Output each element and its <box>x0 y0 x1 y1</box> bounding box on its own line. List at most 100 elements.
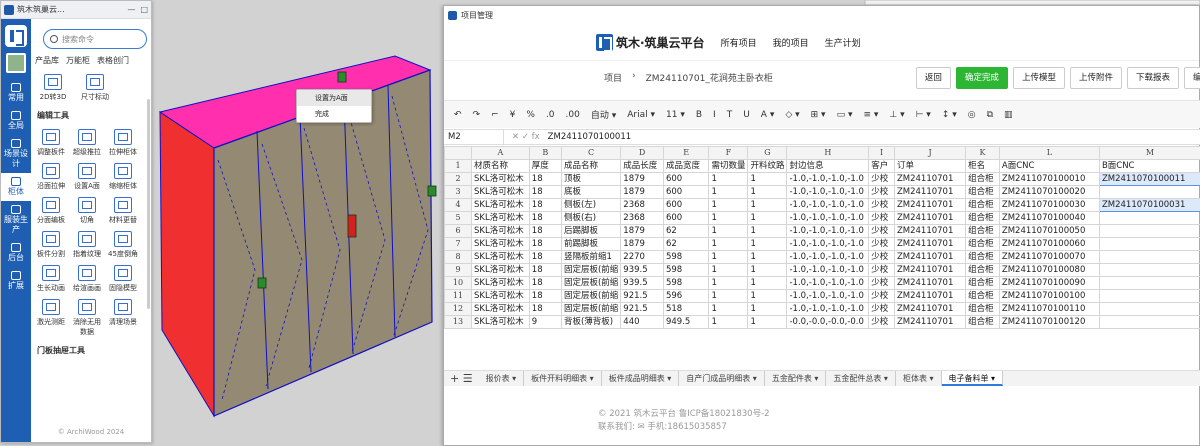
table-cell[interactable]: 1 <box>747 237 788 251</box>
table-cell[interactable]: 1 <box>708 315 749 329</box>
toolbar-item[interactable]: I <box>713 110 716 120</box>
table-cell[interactable]: 竖隔板前缩1 <box>560 250 622 264</box>
table-cell[interactable]: 顶板 <box>560 172 622 186</box>
toolbar-item[interactable]: ⌐ <box>491 110 499 120</box>
toolbar-item[interactable]: ⧉ <box>987 110 993 120</box>
table-cell[interactable]: 1 <box>747 224 788 238</box>
table-row[interactable]: 8 SKL洛可松木 18 竖隔板前缩1 2270 598 1 1 -1.0,-1.0,-1.0,… <box>443 250 1200 264</box>
table-cell[interactable]: 1 <box>747 315 788 329</box>
row-number[interactable]: 3 <box>443 185 473 199</box>
column-header[interactable]: C <box>560 146 622 160</box>
table-cell[interactable]: 18 <box>528 302 562 316</box>
toolbar-item[interactable]: ↶ <box>454 110 462 120</box>
command-search-input[interactable]: 搜索命令 <box>43 29 147 49</box>
maximize-icon[interactable]: □ <box>140 5 148 14</box>
table-cell[interactable]: 18 <box>528 198 562 212</box>
table-cell[interactable]: 921.5 <box>620 302 664 316</box>
table-cell[interactable]: 少校 <box>868 185 895 199</box>
table-cell[interactable]: ZM24110701 <box>893 302 967 316</box>
table-cell[interactable]: 1 <box>747 172 788 186</box>
tool-item[interactable]: 激光测距 <box>35 299 67 337</box>
table-cell[interactable]: 柜名 <box>965 159 1000 173</box>
table-cell[interactable] <box>1098 263 1200 277</box>
table-cell[interactable]: ZM2411070100110 <box>998 302 1100 316</box>
table-row[interactable]: 13 SKL洛可松木 9 背板(薄背板) 440 949.5 1 1 -0.0,-0.0,-0.… <box>443 315 1200 329</box>
tool-item[interactable]: 超级推拉 <box>71 129 103 157</box>
sheet-tab[interactable]: 自产门成品明细表 ▾ <box>679 371 765 386</box>
table-cell[interactable]: 固定层板(前缩 <box>560 289 622 303</box>
table-cell[interactable]: 订单 <box>893 159 967 173</box>
table-cell[interactable]: ZM24110701 <box>893 237 967 251</box>
table-cell[interactable]: 后踢脚板 <box>560 224 622 238</box>
table-cell[interactable]: 18 <box>528 172 562 186</box>
table-cell[interactable]: 1879 <box>620 224 664 238</box>
table-cell[interactable]: SKL洛可松木 <box>471 237 530 251</box>
table-cell[interactable]: ZM2411070100020 <box>998 185 1100 199</box>
toolbar-item[interactable]: ⊢ ▾ <box>916 110 931 120</box>
table-cell[interactable]: -1.0,-1.0,-1.0,-1.0 <box>786 263 870 277</box>
table-cell[interactable]: SKL洛可松木 <box>471 302 530 316</box>
table-cell[interactable]: 少校 <box>868 198 895 212</box>
table-cell[interactable]: 1 <box>747 289 788 303</box>
table-cell[interactable]: 1 <box>708 250 749 264</box>
column-header[interactable]: G <box>747 146 788 160</box>
table-cell[interactable]: SKL洛可松木 <box>471 263 530 277</box>
rail-item-production[interactable]: 服装生产 <box>1 201 31 239</box>
table-cell[interactable]: 62 <box>662 224 710 238</box>
table-cell[interactable]: 939.5 <box>620 276 664 290</box>
sheet-tab[interactable]: 五金配件表 ▾ <box>765 371 827 386</box>
table-cell[interactable]: 1 <box>747 250 788 264</box>
table-cell[interactable]: 成品宽度 <box>662 159 710 173</box>
table-cell[interactable]: 背板(薄背板) <box>560 315 622 329</box>
table-cell[interactable]: 少校 <box>868 302 895 316</box>
table-cell[interactable]: ZM24110701 <box>893 250 967 264</box>
table-cell[interactable] <box>1098 315 1200 329</box>
table-cell[interactable]: 固定层板(前缩 <box>560 302 622 316</box>
table-cell[interactable]: SKL洛可松木 <box>471 276 530 290</box>
tool-item[interactable]: 清理场景 <box>107 299 139 337</box>
table-cell[interactable]: 客户 <box>868 159 895 173</box>
table-cell[interactable]: ZM24110701 <box>893 276 967 290</box>
table-cell[interactable]: 596 <box>662 289 710 303</box>
table-cell[interactable]: 2368 <box>620 198 664 212</box>
toolbar-item[interactable]: ▭ ▾ <box>837 110 853 120</box>
toolbar-item[interactable]: ⊥ ▾ <box>889 110 904 120</box>
table-cell[interactable]: 1 <box>747 211 788 225</box>
table-cell[interactable]: 600 <box>662 211 710 225</box>
toolbar-item[interactable]: ◇ ▾ <box>785 110 799 120</box>
table-cell[interactable]: 1 <box>708 237 749 251</box>
table-cell[interactable]: 18 <box>528 237 562 251</box>
menu-item-set-a-face[interactable]: 设置为A面 <box>297 90 371 106</box>
rail-item-cabinet[interactable]: 柜体 <box>1 173 31 201</box>
column-header[interactable]: F <box>708 146 749 160</box>
table-cell[interactable]: ZM24110701 <box>893 211 967 225</box>
tool-item[interactable]: 指着纹理 <box>71 231 103 259</box>
table-cell[interactable]: ZM2411070100060 <box>998 237 1100 251</box>
toolbar-item[interactable]: ↕ ▾ <box>942 110 957 120</box>
row-number[interactable]: 7 <box>443 237 473 251</box>
sheet-tab[interactable]: 电子备料单 ▾ <box>941 371 1004 386</box>
table-cell[interactable]: 18 <box>528 250 562 264</box>
table-cell[interactable]: 1 <box>747 198 788 212</box>
rail-item-common[interactable]: 常用 <box>1 79 31 107</box>
toolbar-item[interactable]: B <box>696 110 702 120</box>
table-cell[interactable]: 少校 <box>868 224 895 238</box>
table-cell[interactable]: 组合柜 <box>965 185 1000 199</box>
table-cell[interactable]: 组合柜 <box>965 302 1000 316</box>
table-cell[interactable]: 1879 <box>620 237 664 251</box>
table-cell[interactable]: 2270 <box>620 250 664 264</box>
table-cell[interactable] <box>1098 302 1200 316</box>
table-cell[interactable]: SKL洛可松木 <box>471 198 530 212</box>
toolbar-item[interactable]: .00 <box>566 110 580 120</box>
formula-input[interactable]: ZM2411070100011 <box>548 132 631 142</box>
table-row[interactable]: 6 SKL洛可松木 18 后踢脚板 1879 62 1 1 -1.0,-1.0,-1.0,-1.… <box>443 224 1200 238</box>
edit-button[interactable]: 编辑 <box>1183 66 1200 89</box>
breadcrumb-home[interactable]: 项目 <box>604 71 622 84</box>
sheet-tab[interactable]: 五金配件总表 ▾ <box>826 371 896 386</box>
table-cell[interactable]: 需切数量 <box>708 159 749 173</box>
table-cell[interactable]: 材质名称 <box>471 159 530 173</box>
table-cell[interactable]: 598 <box>662 250 710 264</box>
table-cell[interactable]: 921.5 <box>620 289 664 303</box>
table-cell[interactable]: 600 <box>662 172 710 186</box>
row-number[interactable]: 8 <box>443 250 473 264</box>
